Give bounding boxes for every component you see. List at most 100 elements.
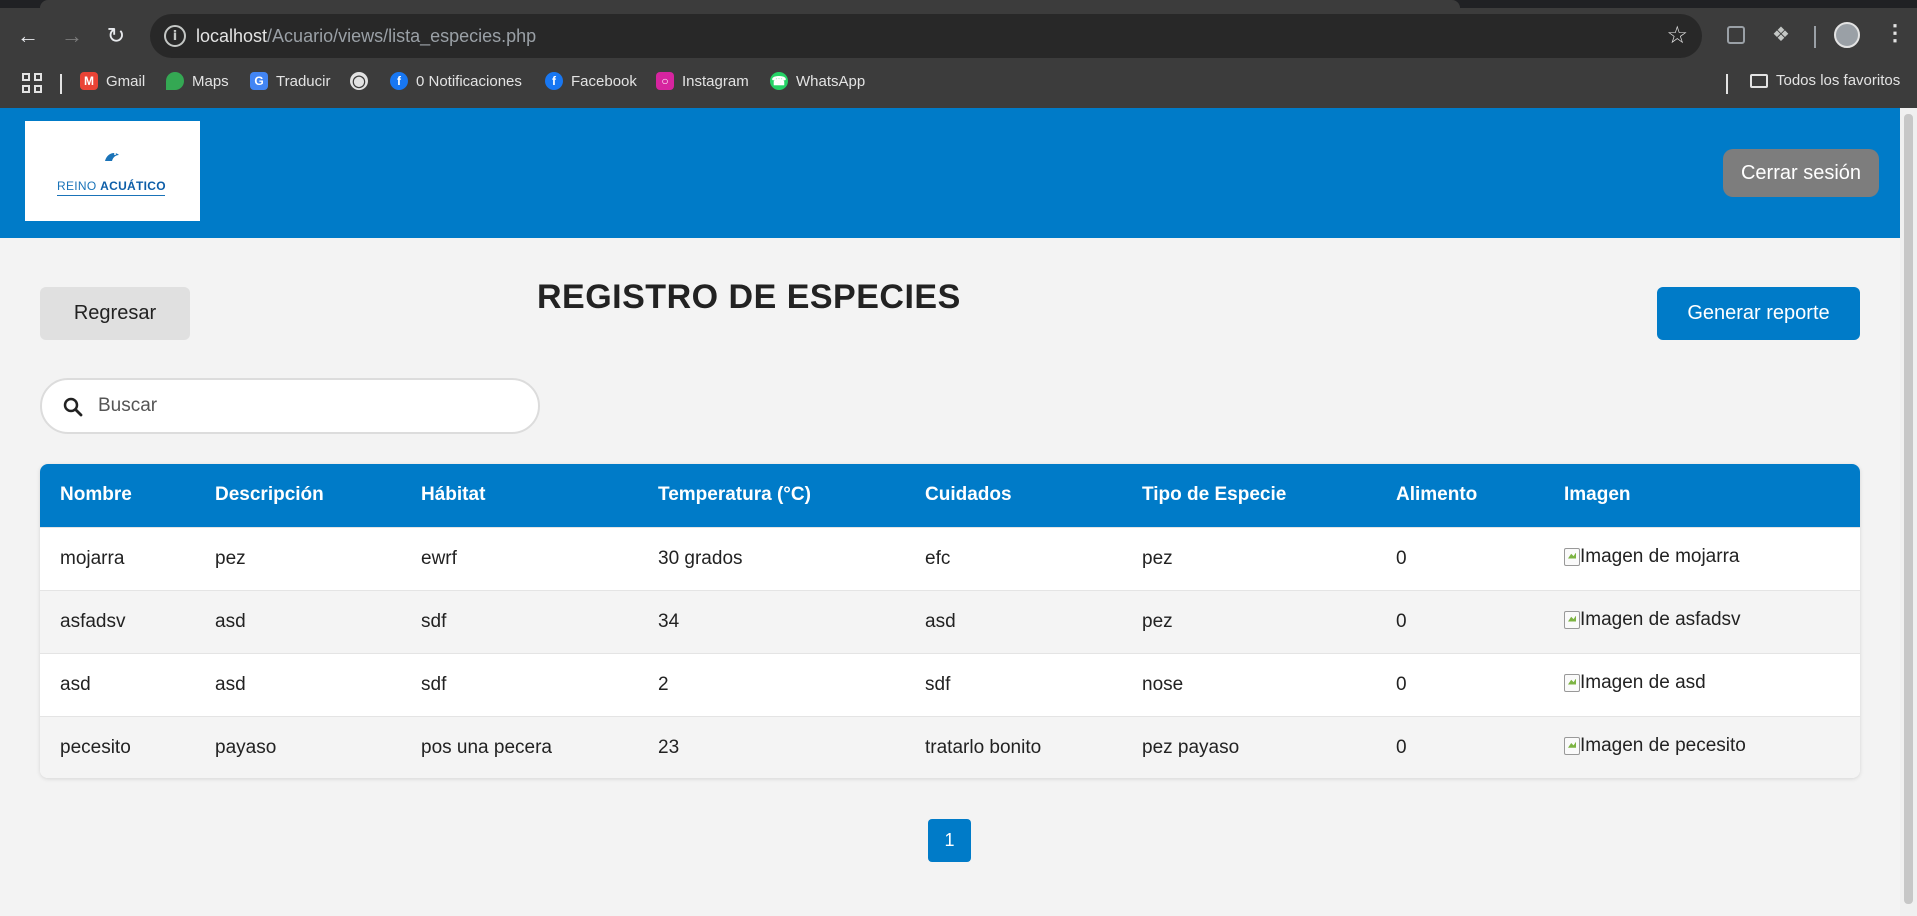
bookmark-label: 0 Notificaciones — [416, 72, 522, 90]
profile-avatar-icon[interactable] — [1834, 22, 1860, 48]
table-row[interactable]: mojarra pez ewrf 30 grados efc pez 0 Ima… — [40, 527, 1860, 590]
cell-alimento: 0 — [1396, 610, 1407, 632]
bookmarks-divider — [60, 74, 62, 94]
maps-icon — [166, 72, 184, 90]
instagram-icon: ○ — [656, 72, 674, 90]
whatsapp-icon: ☎ — [770, 72, 788, 90]
apps-grid-icon[interactable] — [22, 73, 42, 93]
bookmark-gmail[interactable]: M Gmail — [80, 72, 145, 90]
cell-nombre: asd — [60, 673, 91, 695]
bookmark-instagram[interactable]: ○ Instagram — [656, 72, 749, 90]
site-logo[interactable]: REINO ACUÁTICO — [25, 121, 200, 221]
image-alt-text: Imagen de pecesito — [1580, 734, 1746, 756]
bookmark-globe[interactable]: ◯ — [350, 72, 368, 90]
cell-nombre: pecesito — [60, 736, 131, 758]
active-tab[interactable] — [40, 0, 1460, 8]
scrollbar-thumb[interactable] — [1904, 114, 1913, 904]
broken-image-icon — [1564, 547, 1580, 566]
fish-logo-icon — [105, 153, 119, 161]
cell-nombre: mojarra — [60, 547, 125, 569]
facebook-icon: f — [545, 72, 563, 90]
image-alt-text: Imagen de asd — [1580, 671, 1706, 693]
pagination-page-button[interactable]: 1 — [928, 819, 971, 862]
bookmark-label: Todos los favoritos — [1776, 72, 1901, 89]
column-header-tipo[interactable]: Tipo de Especie — [1122, 464, 1376, 527]
back-button[interactable]: Regresar — [40, 287, 190, 340]
cell-imagen: Imagen de asfadsv — [1544, 590, 1860, 653]
logo-text-bold: ACUÁTICO — [100, 179, 166, 193]
search-input[interactable] — [98, 390, 518, 422]
cell-alimento: 0 — [1396, 547, 1407, 569]
column-header-descripcion[interactable]: Descripción — [195, 464, 401, 527]
cell-tipo: nose — [1142, 673, 1184, 695]
generate-report-button[interactable]: Generar reporte — [1657, 287, 1860, 340]
cell-descripcion: payaso — [215, 736, 277, 758]
all-bookmarks-folder[interactable]: Todos los favoritos — [1750, 72, 1900, 89]
table-row[interactable]: pecesito payaso pos una pecera 23 tratar… — [40, 716, 1860, 778]
page-scrollbar[interactable] — [1900, 108, 1917, 916]
logout-button[interactable]: Cerrar sesión — [1723, 149, 1879, 197]
bookmark-star-icon[interactable]: ☆ — [1666, 21, 1688, 50]
puzzle-extensions-icon[interactable]: ❖ — [1772, 22, 1790, 47]
bookmark-maps[interactable]: Maps — [166, 72, 229, 90]
broken-image-icon — [1564, 610, 1580, 629]
cell-tipo: pez payaso — [1142, 736, 1240, 758]
cell-temperatura: 30 grados — [658, 547, 743, 569]
image-alt-text: Imagen de mojarra — [1580, 545, 1740, 567]
bookmark-whatsapp[interactable]: ☎ WhatsApp — [770, 72, 865, 90]
logo-underline — [57, 195, 165, 196]
cell-cuidados: asd — [925, 610, 956, 632]
url-host: localhost — [196, 26, 268, 46]
globe-icon: ◯ — [350, 72, 368, 90]
cell-habitat: pos una pecera — [421, 736, 552, 758]
bookmarks-bar: M Gmail Maps G Traducir ◯ f 0 Notificacione… — [0, 68, 1917, 96]
table-row[interactable]: asd asd sdf 2 sdf nose 0 Imagen de asd — [40, 653, 1860, 716]
translate-icon: G — [250, 72, 268, 90]
cell-habitat: ewrf — [421, 547, 457, 569]
cell-cuidados: tratarlo bonito — [925, 736, 1042, 758]
column-header-imagen[interactable]: Imagen — [1544, 464, 1860, 527]
cell-alimento: 0 — [1396, 736, 1407, 758]
bookmark-translate[interactable]: G Traducir — [250, 72, 330, 90]
address-bar[interactable]: i localhost/Acuario/views/lista_especies… — [150, 14, 1702, 58]
cell-temperatura: 23 — [658, 736, 680, 758]
browser-menu-icon[interactable]: ⋮ — [1884, 20, 1906, 46]
species-table: Nombre Descripción Hábitat Temperatura (… — [40, 464, 1860, 778]
page-title: REGISTRO DE ESPECIES — [537, 278, 961, 316]
bookmark-notifications[interactable]: f 0 Notificaciones — [390, 72, 522, 90]
toolbar-divider — [1814, 26, 1816, 48]
forward-arrow-icon[interactable]: → — [56, 20, 88, 52]
folder-icon — [1750, 73, 1768, 88]
column-header-cuidados[interactable]: Cuidados — [905, 464, 1122, 527]
cell-tipo: pez — [1142, 547, 1173, 569]
cell-habitat: sdf — [421, 610, 447, 632]
bookmark-label: Facebook — [571, 72, 637, 90]
search-bar[interactable] — [40, 378, 540, 434]
bookmark-label: WhatsApp — [796, 72, 866, 90]
reload-icon[interactable]: ↻ — [100, 20, 132, 52]
cell-temperatura: 34 — [658, 610, 680, 632]
site-info-icon[interactable]: i — [164, 25, 186, 47]
column-header-nombre[interactable]: Nombre — [40, 464, 195, 527]
back-arrow-icon[interactable]: ← — [12, 20, 44, 52]
cell-imagen: Imagen de asd — [1544, 653, 1860, 716]
logo-text: REINO ACUÁTICO — [57, 179, 166, 193]
bookmark-label: Traducir — [276, 72, 331, 90]
gmail-icon: M — [80, 72, 98, 90]
url-text[interactable]: localhost/Acuario/views/lista_especies.p… — [196, 26, 536, 47]
cell-cuidados: sdf — [925, 673, 951, 695]
cell-tipo: pez — [1142, 610, 1173, 632]
column-header-habitat[interactable]: Hábitat — [401, 464, 638, 527]
broken-image-icon — [1564, 736, 1580, 755]
cell-nombre: asfadsv — [60, 610, 126, 632]
table-row[interactable]: asfadsv asd sdf 34 asd pez 0 Imagen de a… — [40, 590, 1860, 653]
cell-descripcion: asd — [215, 610, 246, 632]
cell-habitat: sdf — [421, 673, 447, 695]
bookmark-facebook[interactable]: f Facebook — [545, 72, 637, 90]
broken-image-icon — [1564, 673, 1580, 692]
column-header-temperatura[interactable]: Temperatura (°C) — [638, 464, 905, 527]
cell-descripcion: pez — [215, 547, 246, 569]
column-header-alimento[interactable]: Alimento — [1376, 464, 1544, 527]
extension-icon[interactable] — [1727, 26, 1745, 44]
bookmarks-divider — [1726, 74, 1728, 94]
